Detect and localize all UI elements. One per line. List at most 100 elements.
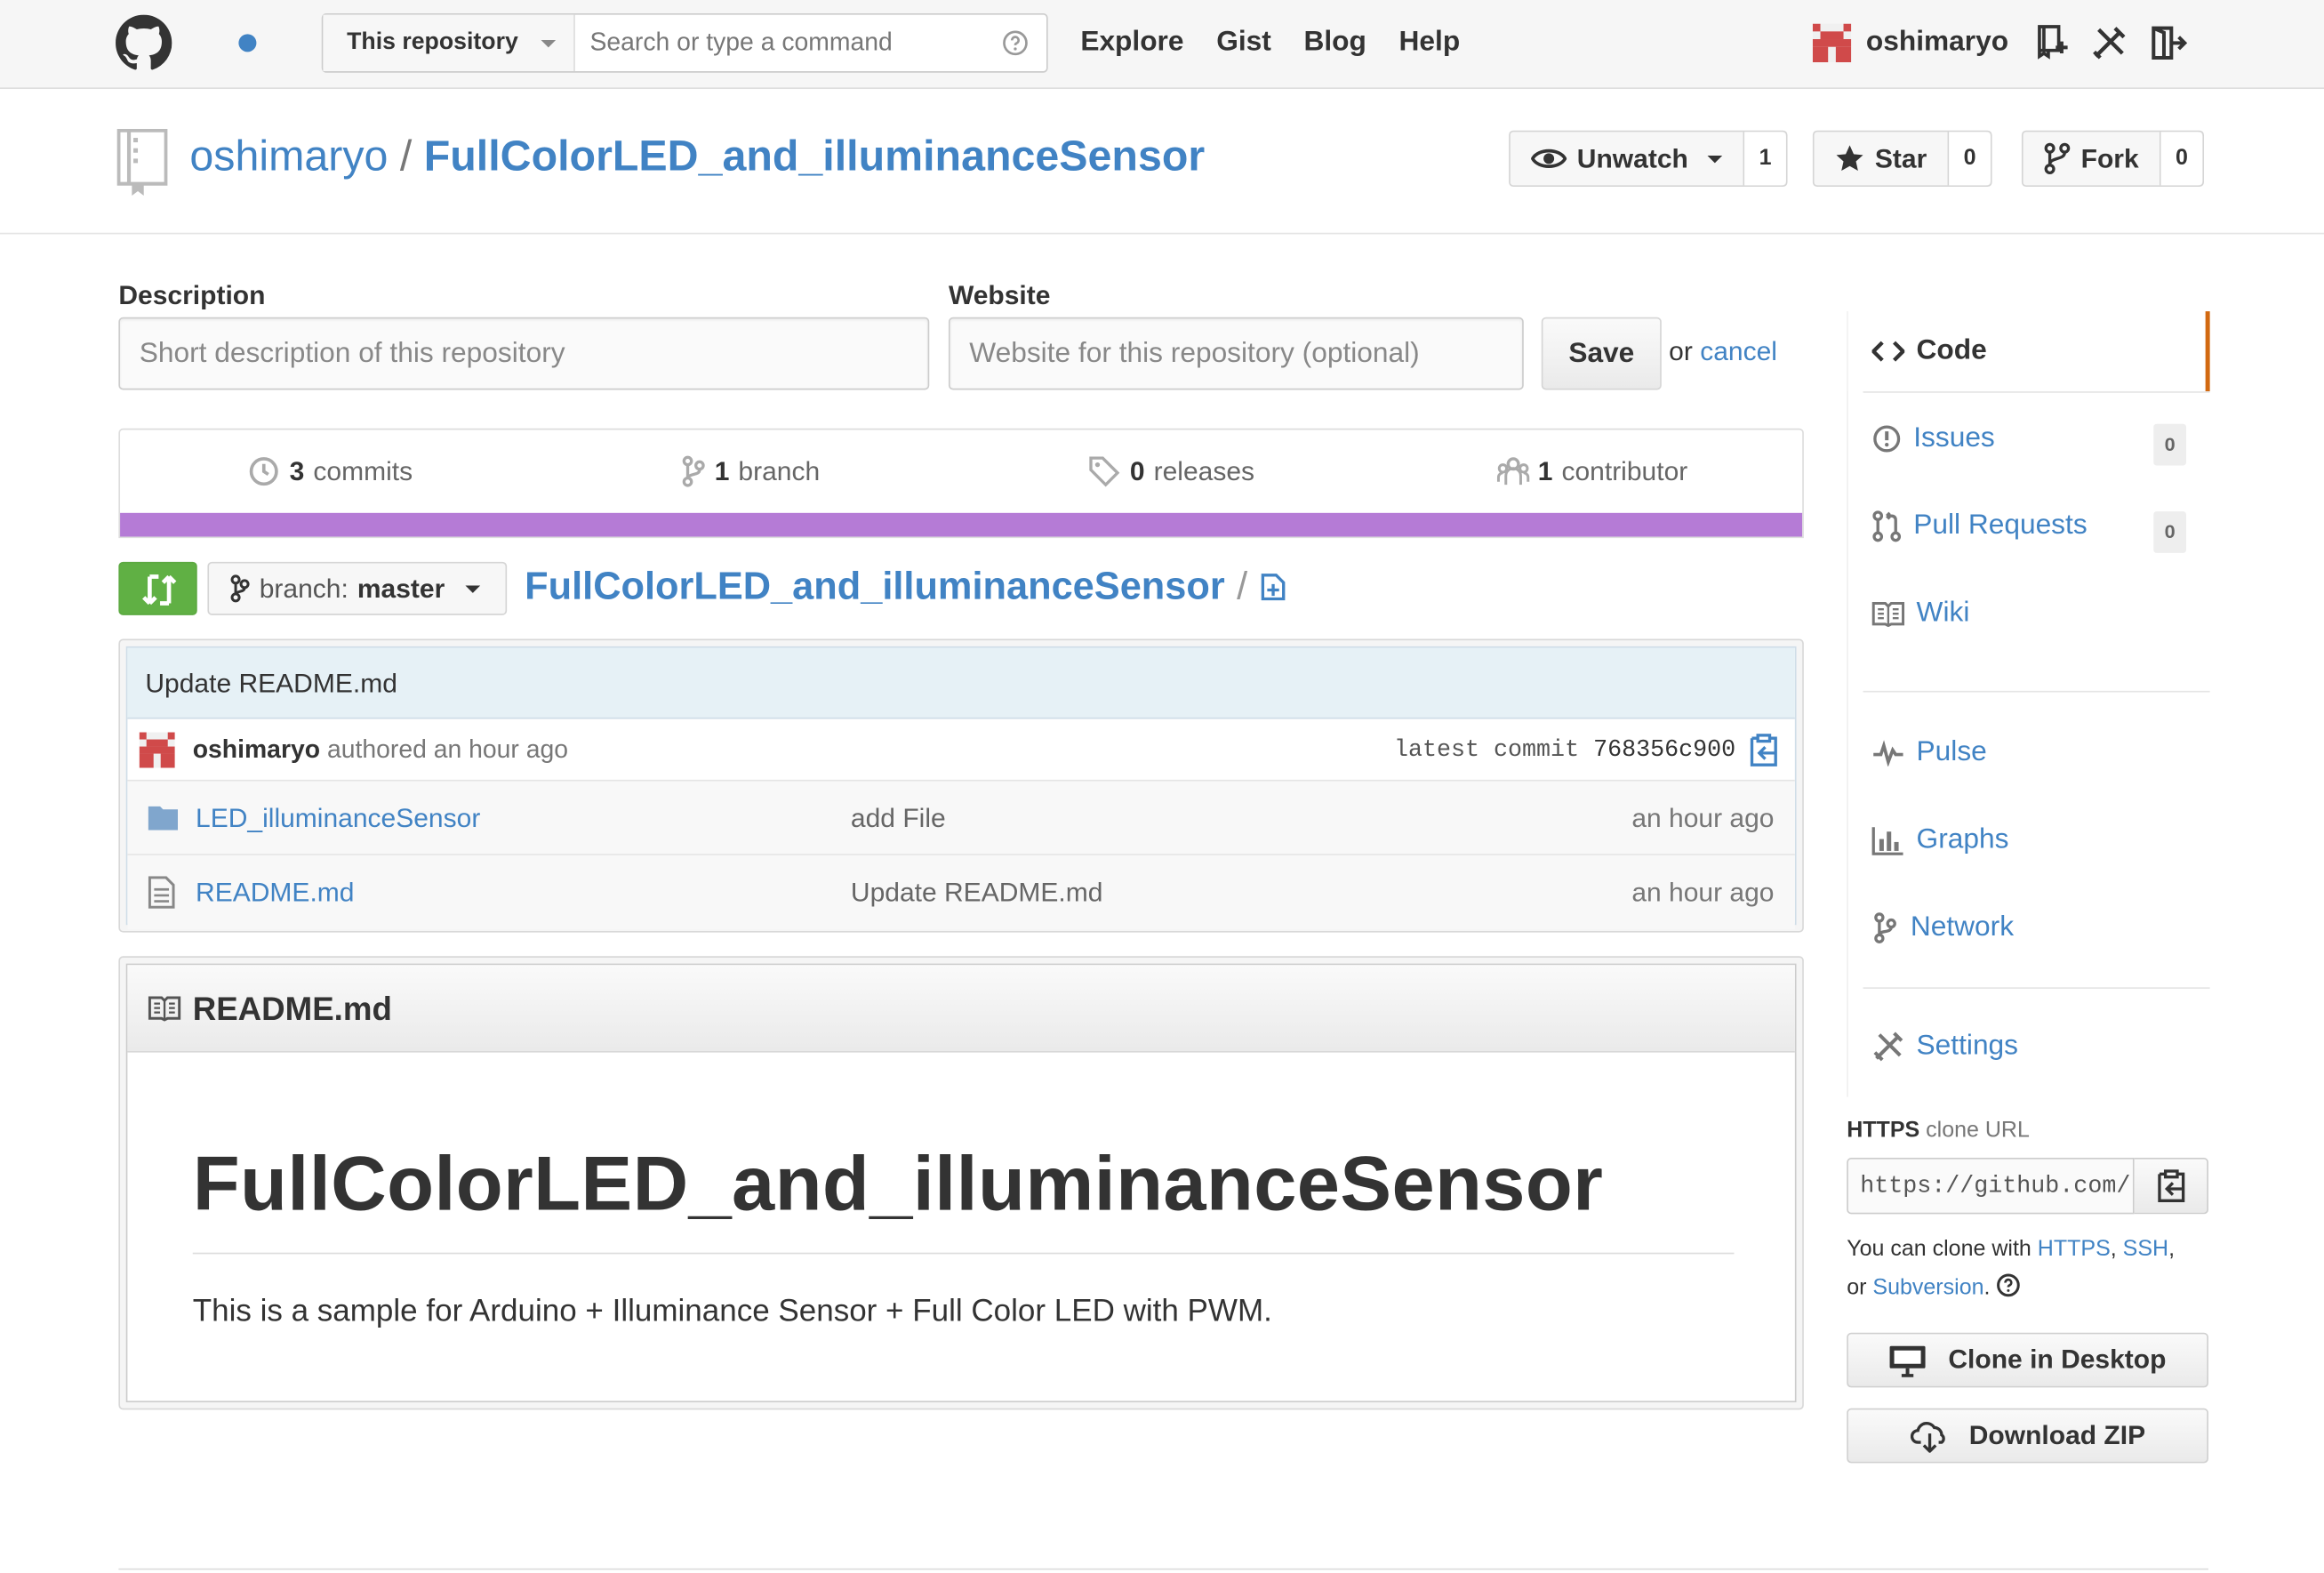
sidebar-item-graphs[interactable]: Graphs	[1848, 800, 2210, 880]
file-icon	[148, 876, 175, 909]
new-repo-icon[interactable]	[2033, 24, 2069, 62]
repo-name-link[interactable]: FullColorLED_and_illuminanceSensor	[424, 133, 1205, 181]
sidebar-nav: Code Issues 0 Pull Requests 0 Wiki Pulse	[1847, 311, 2210, 1097]
pull-request-icon	[1872, 510, 1902, 542]
copy-clone-url-button[interactable]	[2134, 1158, 2208, 1215]
commit-author-avatar	[139, 732, 175, 768]
clone-svn-link[interactable]: Subversion	[1872, 1275, 1983, 1300]
releases-label: releases	[1153, 455, 1255, 486]
download-zip-button[interactable]: Download ZIP	[1847, 1408, 2208, 1464]
chevron-down-icon	[541, 40, 557, 55]
issue-icon	[1873, 425, 1901, 453]
notification-indicator[interactable]	[238, 34, 257, 52]
unwatch-label: Unwatch	[1576, 142, 1688, 173]
latest-commit-message[interactable]: Update README.md	[127, 647, 1795, 719]
save-button[interactable]: Save	[1541, 317, 1662, 390]
description-field[interactable]	[118, 317, 930, 390]
clone-https-link[interactable]: HTTPS	[2038, 1236, 2111, 1261]
table-row[interactable]: LED_illuminanceSensor add File an hour a…	[127, 781, 1795, 855]
pull-requests-count: 0	[2153, 511, 2186, 553]
sidebar-item-label: Wiki	[1916, 597, 1970, 629]
file-commit-message[interactable]: Update README.md	[851, 878, 1103, 909]
contributors-stat[interactable]: 1 contributor	[1382, 429, 1802, 512]
sidebar-item-pulse[interactable]: Pulse	[1848, 713, 2210, 793]
top-nav: Explore Gist Blog Help	[1080, 0, 1460, 86]
cancel-link[interactable]: cancel	[1700, 336, 1777, 365]
fork-button[interactable]: Fork	[2023, 132, 2161, 186]
history-icon	[250, 457, 279, 486]
clone-ssh-link[interactable]: SSH	[2123, 1236, 2168, 1261]
unwatch-button[interactable]: Unwatch	[1511, 132, 1745, 186]
compare-button[interactable]	[118, 561, 197, 615]
clipboard-icon[interactable]	[1748, 733, 1781, 768]
help-icon[interactable]	[1996, 1273, 2020, 1297]
commit-author[interactable]: oshimaryo	[193, 735, 320, 764]
latest-commit-label: latest commit	[1393, 736, 1580, 764]
releases-count: 0	[1129, 455, 1145, 486]
releases-stat[interactable]: 0 releases	[961, 429, 1382, 512]
sidebar-item-pull-requests[interactable]: Pull Requests 0	[1848, 486, 2210, 566]
clone-in-desktop-button[interactable]: Clone in Desktop	[1847, 1332, 2208, 1388]
star-count[interactable]: 0	[1949, 132, 1991, 186]
commits-label: commits	[313, 455, 413, 486]
new-file-icon[interactable]	[1259, 572, 1286, 601]
repo-owner-link[interactable]: oshimaryo	[189, 133, 388, 181]
clone-url-heading: HTTPS clone URL	[1847, 1118, 2030, 1143]
watch-count[interactable]: 1	[1744, 132, 1786, 186]
user-menu[interactable]: oshimaryo	[1812, 23, 2009, 63]
search-scope-label: This repository	[347, 29, 518, 55]
footer-divider	[118, 1568, 2208, 1570]
sidebar-item-issues[interactable]: Issues 0	[1848, 398, 2210, 478]
file-name-link[interactable]: LED_illuminanceSensor	[196, 804, 480, 835]
repo-title: oshimaryo / FullColorLED_and_illuminance…	[189, 131, 1205, 184]
issues-count: 0	[2153, 423, 2186, 466]
sidebar-item-settings[interactable]: Settings	[1848, 1007, 2210, 1087]
file-age: an hour ago	[1631, 877, 1775, 908]
contributors-label: contributor	[1561, 455, 1688, 486]
sidebar-item-network[interactable]: Network	[1848, 888, 2210, 968]
chevron-down-icon	[1707, 156, 1723, 171]
search-scope-dropdown[interactable]: This repository	[323, 14, 575, 72]
github-logo-icon[interactable]	[116, 14, 172, 71]
table-row[interactable]: README.md Update README.md an hour ago	[127, 855, 1795, 930]
help-icon[interactable]	[1002, 29, 1029, 56]
star-label: Star	[1874, 142, 1927, 173]
cloud-download-icon	[1910, 1421, 1944, 1452]
nav-help[interactable]: Help	[1399, 27, 1461, 60]
branches-count: 1	[714, 455, 730, 486]
breadcrumb-root-link[interactable]: FullColorLED_and_illuminanceSensor	[525, 563, 1225, 609]
commits-count: 3	[289, 455, 305, 486]
fork-count[interactable]: 0	[2160, 132, 2203, 186]
or-cancel: or cancel	[1669, 336, 1777, 367]
commit-sha[interactable]: 768356c900	[1593, 737, 1735, 764]
settings-tools-icon[interactable]	[2090, 24, 2128, 62]
page-root: This repository Explore Gist Blog Help o…	[0, 0, 2324, 1573]
chevron-down-icon	[465, 585, 481, 601]
commits-stat[interactable]: 3 commits	[120, 429, 541, 512]
sidebar-divider	[1863, 987, 2210, 989]
repo-header: oshimaryo / FullColorLED_and_illuminance…	[0, 89, 2324, 235]
clone-url-input[interactable]	[1847, 1158, 2135, 1215]
username: oshimaryo	[1865, 27, 2009, 59]
nav-gist[interactable]: Gist	[1216, 27, 1271, 60]
nav-explore[interactable]: Explore	[1080, 27, 1183, 60]
file-name-link[interactable]: README.md	[196, 878, 354, 909]
language-bar[interactable]	[120, 512, 1803, 537]
star-button[interactable]: Star	[1815, 132, 1950, 186]
code-icon	[1871, 341, 1905, 362]
sidebar-item-code[interactable]: Code	[1847, 311, 2210, 392]
nav-blog[interactable]: Blog	[1303, 27, 1366, 60]
sidebar-item-label: Pull Requests	[1913, 510, 2088, 542]
website-field[interactable]	[948, 317, 1524, 390]
search-input[interactable]	[576, 14, 1037, 72]
avatar	[1812, 23, 1852, 63]
star-button-group: Star 0	[1812, 130, 1992, 188]
sign-out-icon[interactable]	[2149, 24, 2188, 62]
branches-stat[interactable]: 1 branch	[541, 429, 961, 512]
user-actions	[2033, 24, 2188, 62]
branch-selector[interactable]: branch: master	[207, 561, 508, 615]
file-commit-message[interactable]: add File	[851, 804, 946, 835]
branch-icon	[682, 455, 705, 487]
website-label: Website	[948, 280, 1051, 310]
sidebar-item-wiki[interactable]: Wiki	[1848, 574, 2210, 654]
